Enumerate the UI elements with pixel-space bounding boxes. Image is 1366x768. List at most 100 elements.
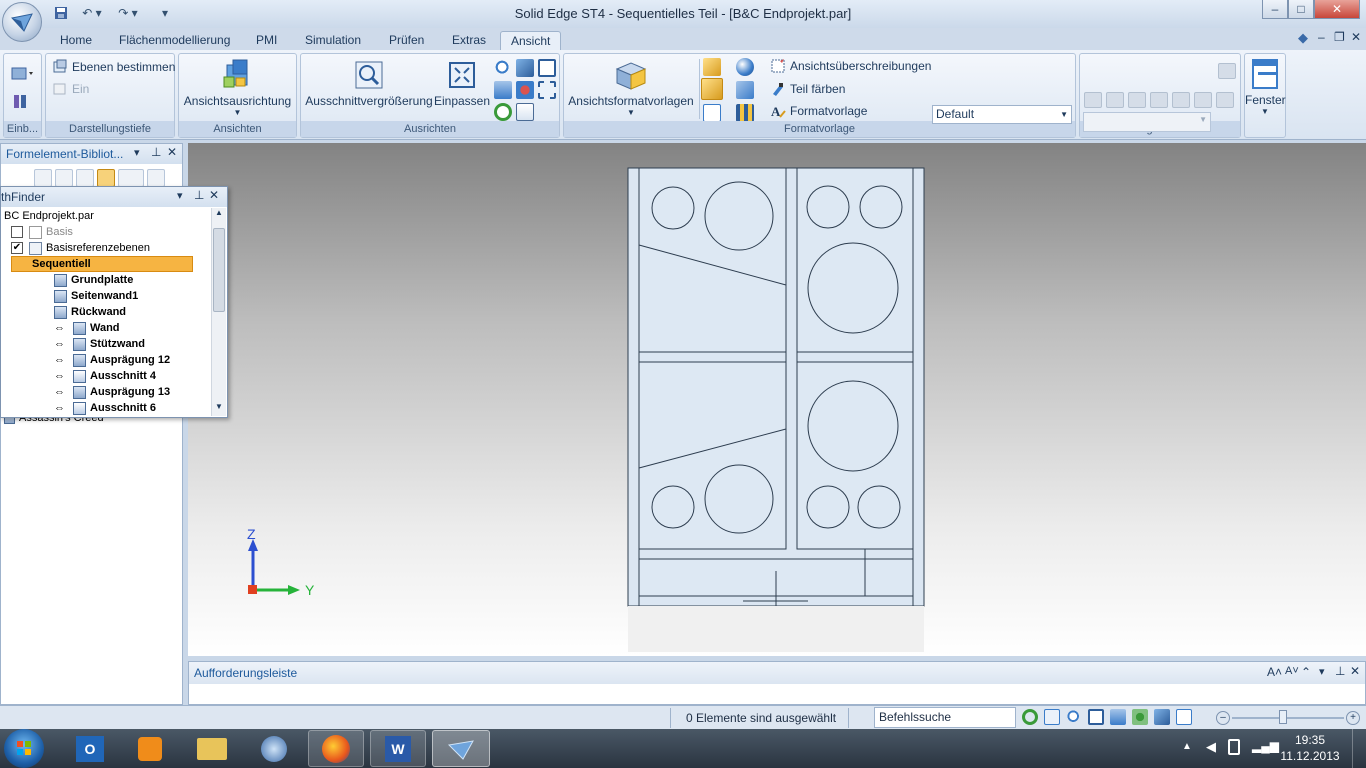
panel-close-icon[interactable]: ✕ [167,145,177,159]
application-button[interactable] [2,2,42,42]
undo-icon[interactable]: ↶ ▾ [78,5,106,21]
outlook-taskbar-button[interactable]: O [62,730,118,767]
panel-close-icon[interactable]: ✕ [209,188,219,202]
tree-item-basisreferenzebenen[interactable]: ✔ Basisreferenzebenen [1,240,211,256]
word-taskbar-button[interactable]: W [370,730,426,767]
checkbox-checked[interactable]: ✔ [11,242,23,255]
shaded-edges-icon[interactable] [701,78,723,100]
ansichtsueberschreibungen-button[interactable]: Ansichtsüberschreibungen [770,58,931,74]
tree-item-ausschnitt-6[interactable]: ⇔ Ausschnitt 6 [1,400,211,416]
show-desktop-button[interactable] [1352,729,1366,768]
font-increase-icon[interactable]: A˄ [1267,665,1282,679]
refresh-icon[interactable] [494,103,512,121]
scroll-up-icon[interactable]: ▲ [213,208,225,220]
search-icon[interactable] [147,169,165,187]
ein-button[interactable]: Ein [52,81,89,97]
pan-icon[interactable] [516,59,534,77]
help-icon[interactable]: ◆ [1298,30,1308,46]
view-window-icon[interactable] [538,59,556,77]
pan-icon[interactable] [1110,709,1126,725]
tab-home[interactable]: Home [50,31,102,50]
save-config-icon[interactable] [1218,63,1236,79]
doc-restore-icon[interactable]: ❐ [1334,30,1345,44]
tab-extras[interactable]: Extras [442,31,496,50]
font-decrease-icon[interactable]: A˅ [1285,665,1299,677]
ansichtsausrichtung-button[interactable]: Ansichtsausrichtung ▼ [181,57,294,117]
sphere-icon[interactable] [736,58,754,76]
tree-item-seitenwand1[interactable]: Seitenwand1 [1,288,211,304]
view-override-select[interactable]: Default ▼ [932,105,1072,124]
tab-pmi[interactable]: PMI [246,31,287,50]
folder-icon[interactable] [97,169,115,187]
checkbox[interactable] [11,226,23,239]
config-icon-1[interactable] [1084,92,1102,108]
tray-expand-icon[interactable]: ▲ [1182,741,1192,752]
zoom-area-icon[interactable] [1044,709,1060,725]
clock-date[interactable]: 11.12.2013 [1278,749,1342,763]
config-icon-7[interactable] [1216,92,1234,108]
zoom-out-button[interactable]: – [1216,711,1230,725]
zoom-in-button[interactable]: + [1346,711,1360,725]
rotate-view-icon[interactable] [494,81,512,99]
configuration-select[interactable]: ▼ [1083,112,1211,132]
minimize-button[interactable]: – [1262,0,1288,19]
clock-time[interactable]: 19:35 [1280,733,1340,747]
ansichtsformatvorlagen-button[interactable]: Ansichtsformatvorlagen ▼ [566,57,696,117]
battery-icon[interactable] [1228,739,1240,755]
layers-icon[interactable] [12,92,30,113]
config-icon-4[interactable] [1150,92,1168,108]
zoom-icon[interactable] [1066,709,1082,725]
app-taskbar-button[interactable] [246,730,302,767]
tree-item-wand[interactable]: ⇔ Wand [1,320,211,336]
tree-item-grundplatte[interactable]: Grundplatte [1,272,211,288]
grid-icon[interactable] [736,104,754,122]
tab-flaechenmodellierung[interactable]: Flächenmodellierung [109,31,240,50]
pathfinder-scrollbar[interactable]: ▲ ▼ [211,208,226,416]
tree-item-rueckwand[interactable]: Rückwand [1,304,211,320]
config-icon-3[interactable] [1128,92,1146,108]
pin-icon[interactable]: ⊥ [194,188,204,202]
close-button[interactable]: ✕ [1314,0,1360,19]
teil-faerben-button[interactable]: Teil färben [770,81,845,97]
wireframe-icon[interactable] [703,104,721,122]
zoom-slider-thumb[interactable] [1279,710,1287,724]
shaded-view-icon[interactable] [1154,709,1170,725]
lights-icon[interactable] [736,81,754,99]
up-folder-icon[interactable] [76,169,94,187]
panel-menu-icon[interactable]: ▾ [134,146,140,159]
pin-icon[interactable]: ⊥ [151,145,161,159]
explorer-taskbar-button[interactable] [184,730,240,767]
back-icon[interactable] [55,169,73,187]
ausschnittvergroesserung-button[interactable]: Ausschnittvergrößerung [305,59,433,108]
command-search-input[interactable]: Befehlssuche [874,707,1016,728]
tab-ansicht[interactable]: Ansicht [500,31,562,50]
part-drawing[interactable] [188,143,1366,656]
edit-view-icon[interactable] [516,103,534,121]
qat-dropdown-icon[interactable]: ▾ [156,5,174,21]
tab-simulation[interactable]: Simulation [295,31,371,50]
einpassen-button[interactable]: Einpassen [432,59,492,108]
rotate-icon[interactable] [1132,709,1148,725]
spin-icon[interactable] [516,81,534,99]
fenster-button[interactable]: Fenster ▼ [1245,58,1286,116]
wireframe-view-icon[interactable] [1176,709,1192,725]
scroll-thumb[interactable] [213,228,225,312]
ebenen-bestimmen-button[interactable]: Ebenen bestimmen [52,59,175,75]
tree-root[interactable]: BC Endprojekt.par [1,208,211,224]
firefox-taskbar-button[interactable] [308,730,364,767]
tab-pruefen[interactable]: Prüfen [379,31,434,50]
maximize-button[interactable]: □ [1288,0,1314,19]
scroll-down-icon[interactable]: ▼ [213,402,225,414]
media-player-taskbar-button[interactable] [122,730,178,767]
refresh-icon[interactable] [1022,709,1038,725]
config-icon-5[interactable] [1172,92,1190,108]
solid-edge-taskbar-button[interactable] [432,730,490,767]
panel-menu-icon[interactable]: ▾ [1319,665,1325,678]
tree-item-stuetzwand[interactable]: ⇔ Stützwand [1,336,211,352]
formatvorlage-button[interactable]: A Formatvorlage [770,103,867,119]
tree-item-auspraegung-13[interactable]: ⇔ Ausprägung 13 [1,384,211,400]
redo-icon[interactable]: ↷ ▾ [114,5,142,21]
tree-item-basis[interactable]: Basis [1,224,211,240]
graphics-window[interactable]: Z Y [188,143,1366,656]
config-icon-2[interactable] [1106,92,1124,108]
